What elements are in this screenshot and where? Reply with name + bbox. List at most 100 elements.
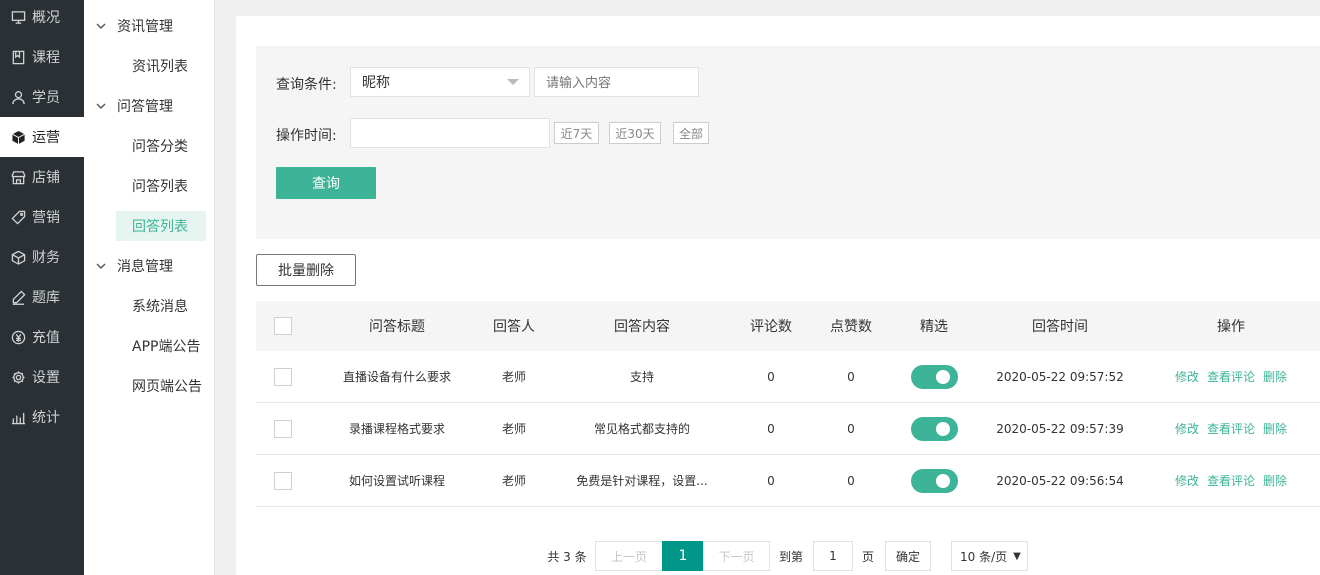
nav-item-operation[interactable]: 运营 bbox=[0, 117, 84, 157]
total-count: 共 3 条 bbox=[547, 549, 587, 564]
cube-icon bbox=[10, 129, 26, 145]
header-actions: 操作 bbox=[1217, 319, 1245, 335]
goto-confirm-button[interactable]: 确定 bbox=[885, 541, 931, 571]
nav-item-statistics[interactable]: 统计 bbox=[0, 397, 84, 437]
view-comments-link[interactable]: 查看评论 bbox=[1207, 472, 1255, 489]
chevron-down-icon bbox=[96, 263, 106, 269]
featured-toggle[interactable] bbox=[910, 416, 958, 441]
submenu-group-label: 资讯管理 bbox=[117, 19, 173, 35]
user-icon bbox=[10, 89, 26, 105]
submenu-item-label: 网页端公告 bbox=[132, 379, 202, 395]
view-comments-link[interactable]: 查看评论 bbox=[1207, 368, 1255, 385]
prev-page-button[interactable]: 上一页 bbox=[595, 541, 663, 571]
submenu-item-label: 问答列表 bbox=[132, 179, 188, 195]
cell-content: 免费是针对课程，设置... bbox=[576, 474, 708, 488]
pen-icon bbox=[10, 289, 26, 305]
edit-link[interactable]: 修改 bbox=[1175, 472, 1199, 489]
cell-time: 2020-05-22 09:56:54 bbox=[996, 473, 1124, 488]
header-featured: 精选 bbox=[920, 319, 948, 335]
cell-content: 常见格式都支持的 bbox=[593, 422, 690, 436]
nav-item-course[interactable]: 课程 bbox=[0, 37, 84, 77]
submenu-item-web-notice[interactable]: 网页端公告 bbox=[116, 371, 206, 401]
nav-label: 题库 bbox=[32, 290, 60, 306]
cell-featured bbox=[894, 403, 974, 454]
header-time: 回答时间 bbox=[1032, 319, 1088, 335]
submenu-item-qa-category[interactable]: 问答分类 bbox=[116, 131, 206, 161]
nav-item-store[interactable]: 店铺 bbox=[0, 157, 84, 197]
last-7-days-button[interactable]: 近7天 bbox=[554, 122, 599, 144]
nav-label: 营销 bbox=[32, 210, 60, 226]
filter-panel: 查询条件: 昵称 操作时间: 近7天 近30天 全部 查询 bbox=[256, 46, 1320, 239]
goto-page-input[interactable]: 1 bbox=[813, 541, 853, 571]
bulk-delete-button[interactable]: 批量删除 bbox=[256, 254, 356, 286]
submenu-item-news-list[interactable]: 资讯列表 bbox=[116, 51, 206, 81]
delete-link[interactable]: 删除 bbox=[1263, 420, 1287, 437]
nav-item-question-bank[interactable]: 题库 bbox=[0, 277, 84, 317]
row-checkbox[interactable] bbox=[274, 367, 292, 386]
page-size-select[interactable]: 10 条/页 ▼ bbox=[951, 541, 1028, 571]
nav-label: 统计 bbox=[32, 410, 60, 426]
next-page-button[interactable]: 下一页 bbox=[703, 541, 770, 571]
cell-content: 支持 bbox=[629, 370, 654, 384]
table-header: 问答标题 回答人 回答内容 评论数 点赞数 精选 回答时间 操作 bbox=[256, 301, 1320, 351]
submenu-item-answer-list[interactable]: 回答列表 bbox=[116, 211, 206, 241]
cell-actions: 修改 查看评论 删除 bbox=[1146, 351, 1316, 402]
edit-link[interactable]: 修改 bbox=[1175, 420, 1199, 437]
featured-toggle[interactable] bbox=[910, 364, 958, 389]
featured-toggle[interactable] bbox=[910, 468, 958, 493]
submenu-group-label: 消息管理 bbox=[117, 259, 173, 275]
chevron-down-icon bbox=[96, 103, 106, 109]
row-checkbox[interactable] bbox=[274, 471, 292, 490]
cell-actions: 修改 查看评论 删除 bbox=[1146, 455, 1316, 506]
nav-label: 概况 bbox=[32, 10, 60, 26]
page-size-value: 10 条/页 bbox=[960, 549, 1008, 564]
edit-link[interactable]: 修改 bbox=[1175, 368, 1199, 385]
condition-label: 查询条件: bbox=[276, 77, 337, 93]
cell-likes: 0 bbox=[847, 473, 855, 488]
nav-item-recharge[interactable]: 充值 bbox=[0, 317, 84, 357]
search-button[interactable]: 查询 bbox=[276, 167, 376, 199]
header-title: 问答标题 bbox=[369, 319, 425, 335]
yen-icon bbox=[10, 329, 26, 345]
view-comments-link[interactable]: 查看评论 bbox=[1207, 420, 1255, 437]
nav-item-settings[interactable]: 设置 bbox=[0, 357, 84, 397]
delete-link[interactable]: 删除 bbox=[1263, 368, 1287, 385]
cell-featured bbox=[894, 351, 974, 402]
cell-time: 2020-05-22 09:57:52 bbox=[996, 369, 1124, 384]
time-range-input[interactable] bbox=[350, 118, 550, 148]
condition-select-value: 昵称 bbox=[362, 75, 390, 91]
submenu-item-system-message[interactable]: 系统消息 bbox=[116, 291, 206, 321]
delete-link[interactable]: 删除 bbox=[1263, 472, 1287, 489]
condition-select[interactable]: 昵称 bbox=[350, 67, 530, 97]
sub-menu: 资讯管理 资讯列表 问答管理 问答分类 问答列表 回答列表 消息管理 系统消息 … bbox=[84, 0, 215, 575]
cell-user: 老师 bbox=[501, 474, 526, 488]
cell-comments: 0 bbox=[767, 473, 775, 488]
submenu-group-news[interactable]: 资讯管理 bbox=[96, 16, 173, 36]
submenu-item-label: APP端公告 bbox=[132, 339, 201, 355]
row-select-cell bbox=[273, 351, 293, 402]
all-time-button[interactable]: 全部 bbox=[673, 122, 709, 144]
last-30-days-button[interactable]: 近30天 bbox=[609, 122, 661, 144]
submenu-item-app-notice[interactable]: APP端公告 bbox=[116, 331, 206, 361]
keyword-input[interactable] bbox=[534, 67, 699, 97]
nav-item-marketing[interactable]: 营销 bbox=[0, 197, 84, 237]
toggle-knob bbox=[935, 369, 950, 384]
nav-item-finance[interactable]: 财务 bbox=[0, 237, 84, 277]
nav-label: 设置 bbox=[32, 370, 60, 386]
cell-user: 老师 bbox=[501, 422, 526, 436]
table-row: 如何设置试听课程 老师 免费是针对课程，设置... 0 0 2020-05-22… bbox=[256, 455, 1320, 507]
header-content: 回答内容 bbox=[614, 319, 670, 335]
nav-item-overview[interactable]: 概况 bbox=[0, 0, 84, 37]
current-page[interactable]: 1 bbox=[662, 541, 704, 571]
row-checkbox[interactable] bbox=[274, 419, 292, 438]
row-select-cell bbox=[273, 455, 293, 506]
nav-label: 充值 bbox=[32, 330, 60, 346]
submenu-group-message[interactable]: 消息管理 bbox=[96, 256, 173, 276]
submenu-item-label: 问答分类 bbox=[132, 139, 188, 155]
nav-item-student[interactable]: 学员 bbox=[0, 77, 84, 117]
submenu-group-qa[interactable]: 问答管理 bbox=[96, 96, 173, 116]
select-all-checkbox[interactable] bbox=[274, 317, 292, 335]
nav-label: 财务 bbox=[32, 250, 60, 266]
submenu-item-qa-list[interactable]: 问答列表 bbox=[116, 171, 206, 201]
page-unit-label: 页 bbox=[861, 549, 874, 564]
